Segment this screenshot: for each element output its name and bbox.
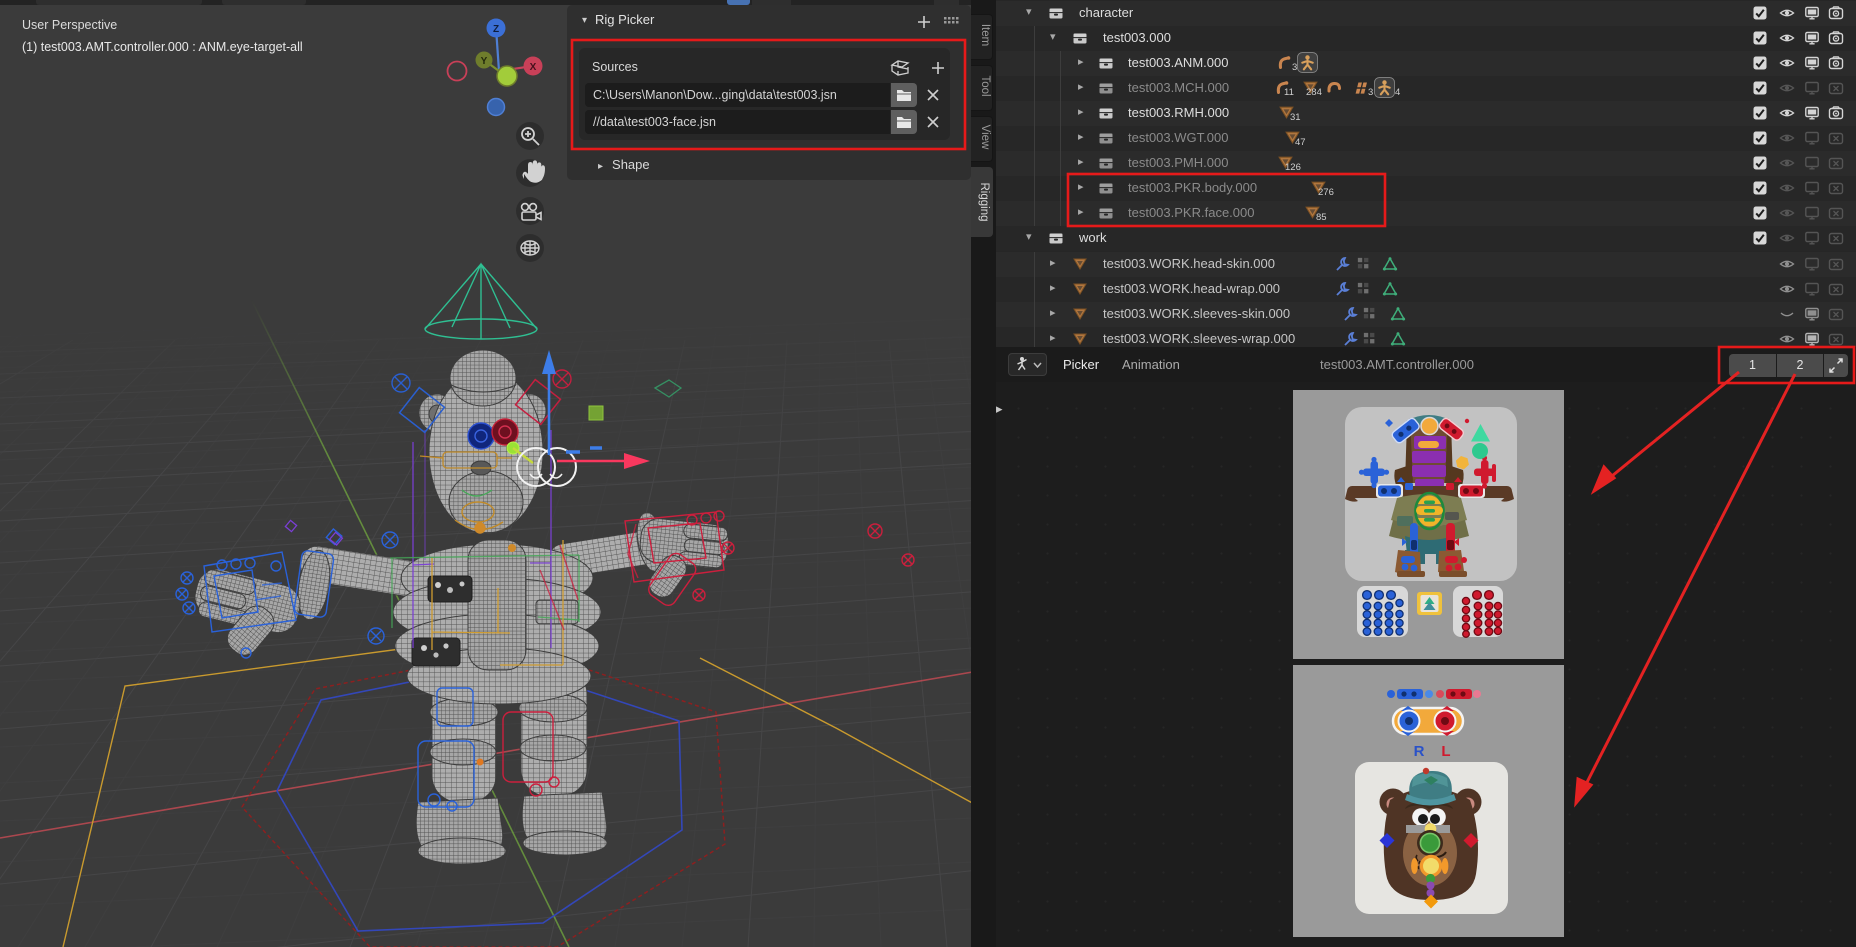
svg-text:L: L	[1441, 743, 1450, 760]
svg-text:R: R	[1414, 743, 1425, 760]
svg-text:Z: Z	[493, 24, 499, 35]
svg-text:X: X	[530, 62, 537, 73]
svg-text:Y: Y	[481, 56, 488, 67]
